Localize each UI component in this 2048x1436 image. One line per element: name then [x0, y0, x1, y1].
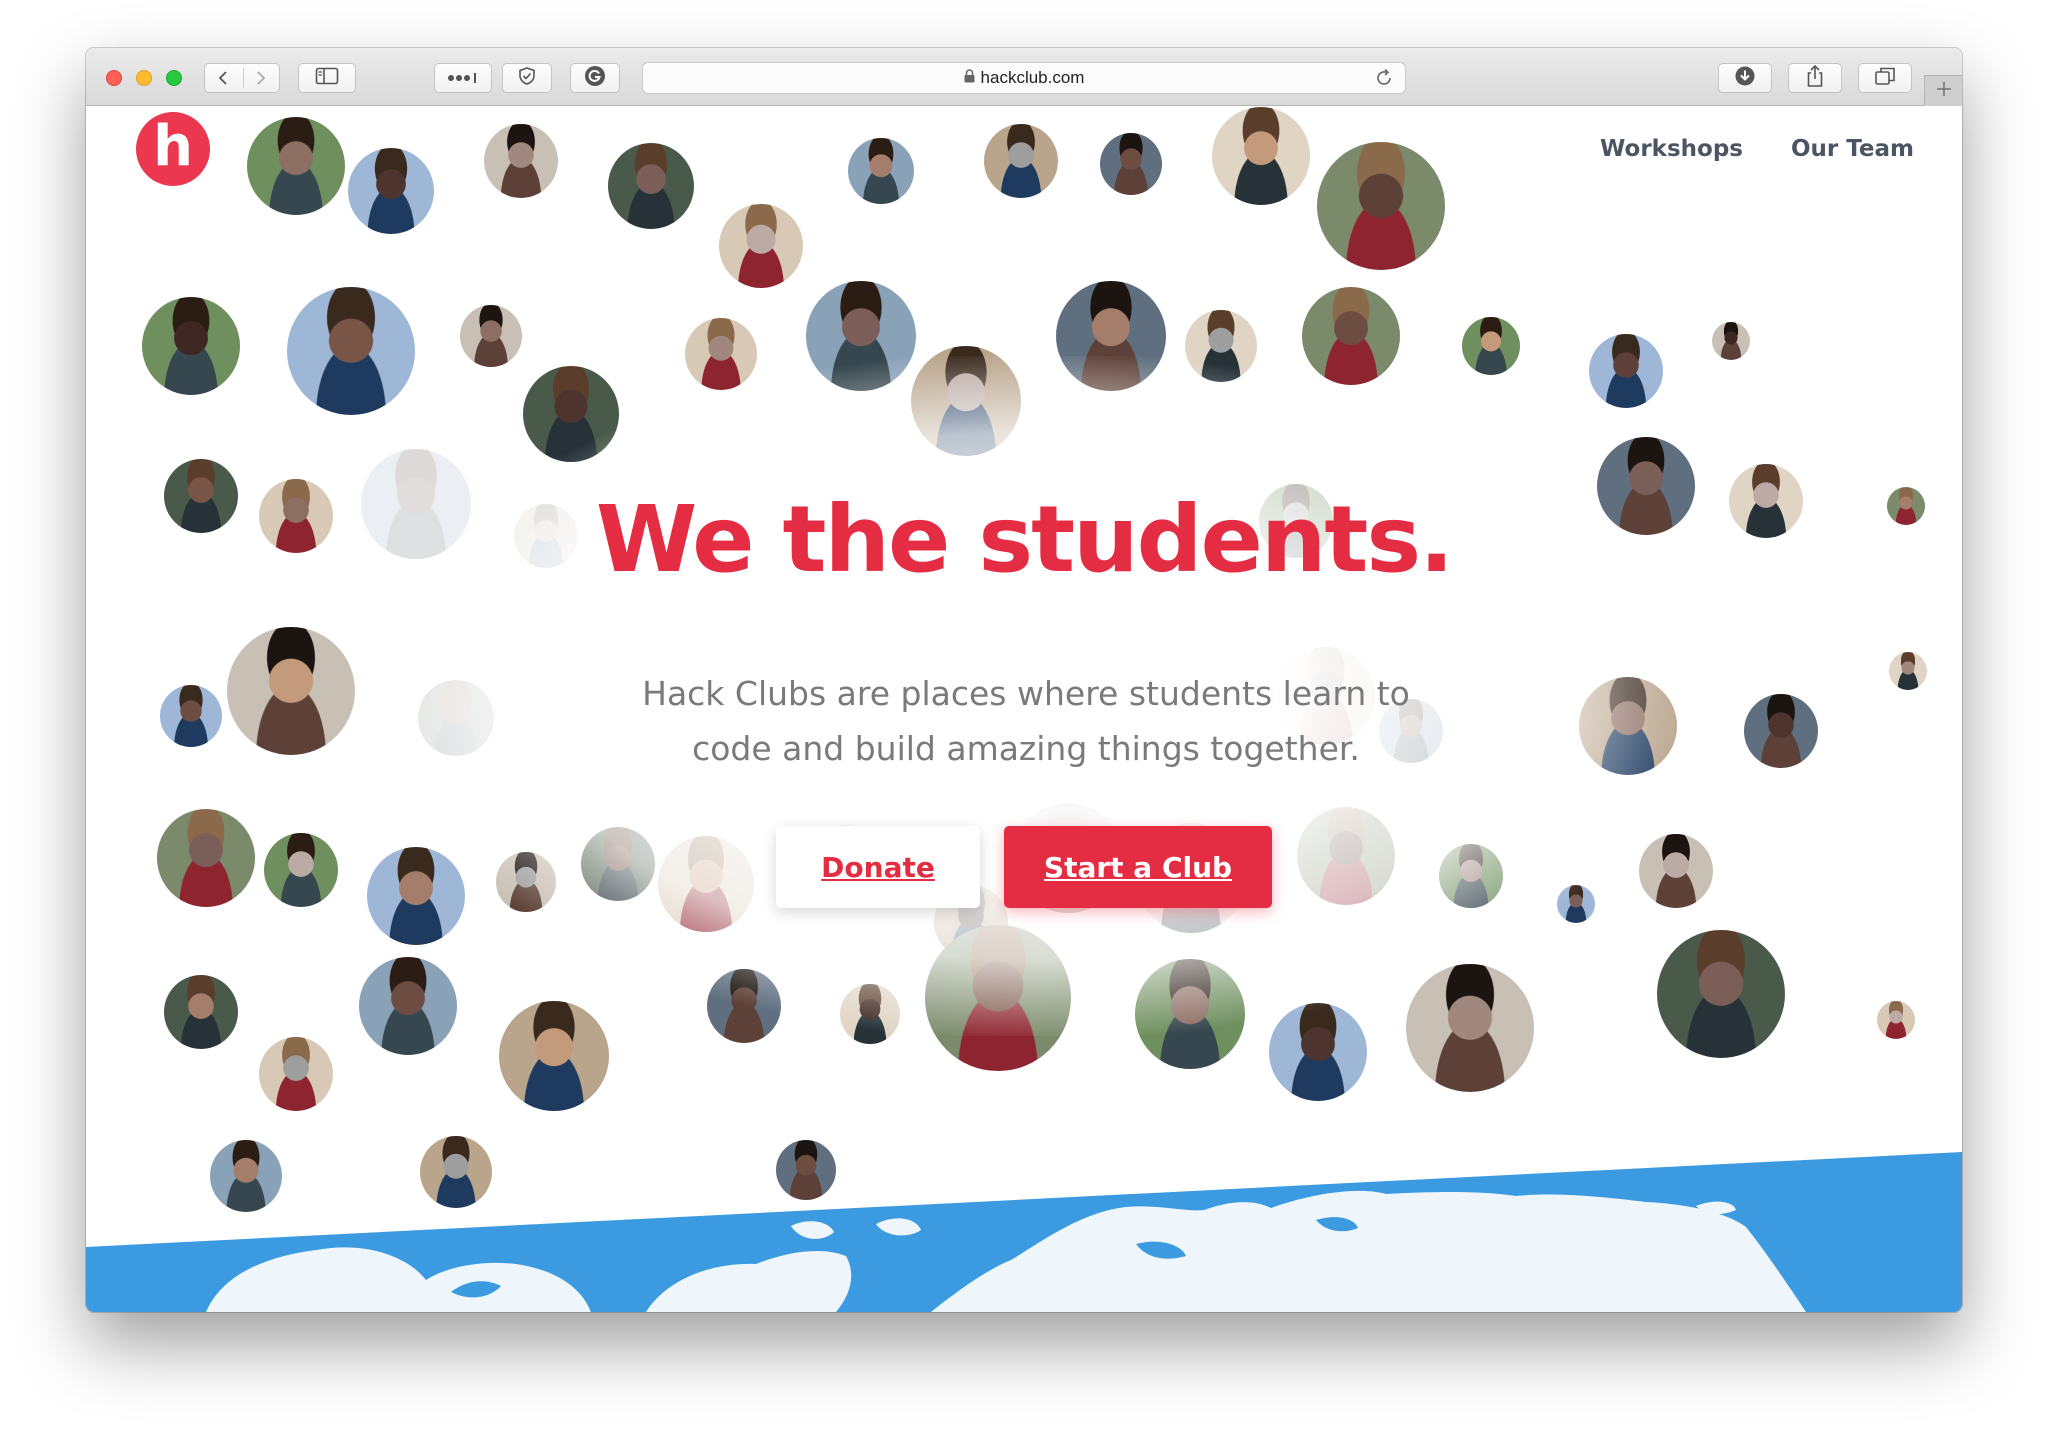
page-content: h Workshops Our Team We the students. Ha…	[86, 106, 1962, 1312]
nav-workshops-link[interactable]: Workshops	[1600, 136, 1743, 162]
browser-window: hackclub.com h Workshops Our Team We the…	[86, 48, 1962, 1312]
student-avatar	[247, 117, 345, 215]
student-avatar	[719, 204, 803, 288]
student-avatar	[1100, 133, 1162, 195]
address-url: hackclub.com	[980, 68, 1085, 87]
zoom-window-button[interactable]	[166, 70, 182, 86]
sidebar-icon	[315, 67, 339, 89]
student-avatar	[259, 1037, 333, 1111]
student-avatar	[1212, 107, 1310, 205]
plus-icon	[1935, 80, 1953, 102]
donate-button[interactable]: Donate	[776, 826, 980, 908]
browser-toolbar: hackclub.com	[86, 48, 1962, 106]
hero-title: We the students.	[595, 486, 1454, 593]
hack-club-logo[interactable]: h	[136, 112, 210, 186]
student-avatar	[1889, 652, 1927, 690]
student-avatar	[227, 627, 355, 755]
student-avatar	[484, 124, 558, 198]
share-icon	[1805, 64, 1825, 92]
student-avatar	[1317, 142, 1445, 270]
chevron-right-icon[interactable]	[251, 69, 269, 91]
student-avatar	[1877, 1001, 1915, 1039]
student-avatar	[160, 685, 222, 747]
grammarly-extension-button[interactable]	[570, 63, 620, 93]
download-icon	[1734, 65, 1756, 91]
start-a-club-button[interactable]: Start a Club	[1004, 826, 1272, 908]
top-nav: Workshops Our Team	[1600, 136, 1914, 162]
close-window-button[interactable]	[106, 70, 122, 86]
extension-icon	[584, 65, 606, 91]
tabs-overview-button[interactable]	[1858, 63, 1912, 93]
downloads-button[interactable]	[1718, 63, 1772, 93]
student-avatar	[157, 809, 255, 907]
student-avatar	[1712, 322, 1750, 360]
world-map-banner	[86, 1152, 1962, 1312]
share-button[interactable]	[1788, 63, 1842, 93]
more-dots-icon	[446, 69, 480, 88]
reload-icon[interactable]	[1373, 67, 1395, 94]
student-avatar	[348, 148, 434, 234]
hero-subtitle: Hack Clubs are places where students lea…	[642, 674, 1410, 768]
student-avatar	[1744, 694, 1818, 768]
student-avatar	[984, 124, 1058, 198]
nav-our-team-link[interactable]: Our Team	[1791, 136, 1914, 162]
minimize-window-button[interactable]	[136, 70, 152, 86]
chevron-left-icon[interactable]	[215, 69, 233, 91]
new-tab-button[interactable]	[1924, 75, 1962, 106]
lock-icon	[964, 68, 975, 88]
student-avatar	[848, 138, 914, 204]
shield-icon	[517, 66, 537, 90]
shield-extension-button[interactable]	[502, 63, 552, 93]
student-avatar	[164, 975, 238, 1049]
address-bar[interactable]: hackclub.com	[642, 62, 1406, 94]
favorites-button[interactable]	[434, 63, 492, 93]
student-avatar	[264, 833, 338, 907]
student-avatar	[608, 143, 694, 229]
student-avatar	[142, 297, 240, 395]
sidebar-button[interactable]	[298, 63, 356, 93]
tabs-overview-icon	[1874, 66, 1896, 90]
back-forward-buttons	[204, 63, 280, 93]
